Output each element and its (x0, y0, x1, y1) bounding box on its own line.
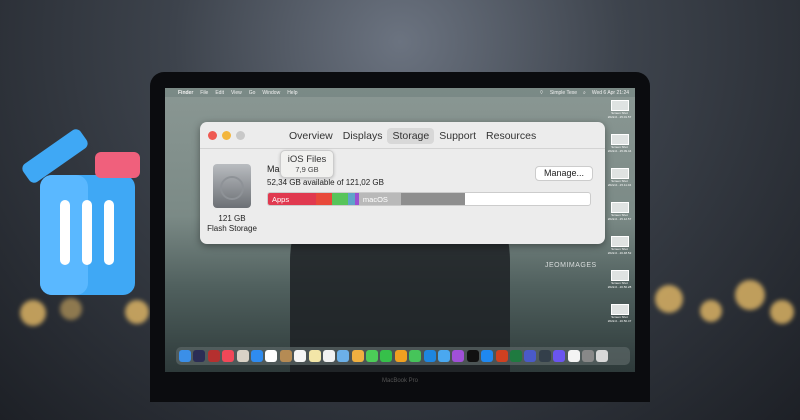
storage-bar[interactable]: Apps macOS (267, 192, 591, 206)
dock-app-icon[interactable] (366, 350, 379, 362)
dock-app-icon[interactable] (265, 350, 278, 362)
tooltip: iOS Files 7,9 GB (280, 150, 334, 178)
dock (176, 347, 630, 365)
tab-support[interactable]: Support (434, 128, 481, 144)
dock-app-icon[interactable] (222, 350, 235, 362)
desktop-file[interactable]: Screen Shot 2022-0...15.11.04 (602, 168, 637, 202)
manage-button[interactable]: Manage... (535, 166, 593, 181)
file-thumbnail (610, 304, 629, 315)
dock-app-icon[interactable] (509, 350, 522, 362)
file-thumbnail (610, 202, 629, 213)
menu-view[interactable]: View (231, 90, 242, 96)
disk-size: 121 GB (218, 214, 246, 223)
dock-app-icon[interactable] (553, 350, 566, 362)
minimize-button[interactable] (222, 131, 231, 140)
dock-app-icon[interactable] (567, 350, 580, 362)
dock-app-icon[interactable] (207, 350, 220, 362)
storage-segment[interactable] (316, 193, 333, 205)
hard-drive-icon (213, 164, 251, 208)
search-icon[interactable]: ⌕ (583, 90, 586, 96)
dock-app-icon[interactable] (179, 350, 191, 362)
file-date: 2022-0...15.12.57 (607, 217, 632, 221)
volume-name: Ma (267, 164, 280, 174)
menu-window[interactable]: Window (262, 90, 280, 96)
desktop-file[interactable]: Screen Shot 2022-0...15.09.44 (602, 134, 637, 168)
laptop-label: MacBook Pro (381, 378, 418, 384)
storage-segment[interactable] (332, 193, 349, 205)
disk-type: Flash Storage (207, 224, 257, 233)
dock-app-icon[interactable] (481, 350, 494, 362)
tooltip-size: 7,9 GB (295, 165, 319, 174)
dock-app-icon[interactable] (495, 350, 508, 362)
tab-overview[interactable]: Overview (284, 128, 338, 144)
tooltip-title: iOS Files (287, 154, 327, 165)
dock-app-icon[interactable] (337, 350, 350, 362)
available-space: 52,34 GB available of 121,02 GB (267, 178, 384, 187)
desktop-file[interactable]: Screen Shot 2022-0...16.50.28 (602, 270, 637, 304)
storage-segment[interactable]: Apps (268, 193, 317, 205)
tab-storage[interactable]: Storage (387, 128, 435, 144)
file-date: 2022-0...15.01.57 (607, 115, 632, 119)
storage-segment[interactable]: macOS (358, 193, 401, 205)
dock-app-icon[interactable] (538, 350, 551, 362)
desktop-file[interactable]: Screen Shot 2022-0...15.12.57 (602, 202, 637, 236)
dock-app-icon[interactable] (524, 350, 537, 362)
file-thumbnail (610, 270, 629, 281)
menu-go[interactable]: Go (249, 90, 256, 96)
dock-app-icon[interactable] (294, 350, 307, 362)
menu-bar: Finder File Edit View Go Window Help ⌔ S… (165, 88, 635, 97)
dock-app-icon[interactable] (250, 350, 263, 362)
trash-app-icon (22, 129, 140, 295)
menu-user[interactable]: Simple Texe (550, 90, 577, 96)
menu-help[interactable]: Help (287, 90, 297, 96)
file-date: 2022-0...16.50.28 (607, 285, 632, 289)
close-button[interactable] (208, 131, 217, 140)
dock-app-icon[interactable] (279, 350, 292, 362)
menu-clock[interactable]: Wed 6 Apr 21:24 (592, 90, 629, 96)
dock-app-icon[interactable] (236, 350, 249, 362)
tab-resources[interactable]: Resources (481, 128, 541, 144)
dock-app-icon[interactable] (452, 350, 465, 362)
storage-segment[interactable] (400, 193, 466, 205)
zoom-button[interactable] (236, 131, 245, 140)
file-date: 2022-0...15.11.04 (607, 183, 632, 187)
file-date: 2022-0...16.50.47 (607, 319, 632, 323)
file-thumbnail (610, 236, 629, 247)
watermark: JEOMIMAGES (545, 262, 597, 269)
menu-file[interactable]: File (200, 90, 208, 96)
file-thumbnail (610, 100, 629, 111)
menu-finder[interactable]: Finder (178, 90, 193, 96)
about-this-mac-window: Overview Displays Storage Support Resour… (200, 122, 605, 244)
tab-displays[interactable]: Displays (338, 128, 388, 144)
file-date: 2022-0...15.09.44 (607, 149, 632, 153)
dock-app-icon[interactable] (351, 350, 364, 362)
dock-app-icon[interactable] (322, 350, 335, 362)
desktop-file[interactable]: Screen Shot 2022-0...16.50.47 (602, 304, 637, 338)
desktop-file[interactable]: Screen Shot 2022-0...16.48.52 (602, 236, 637, 270)
desktop-file[interactable]: Screen Shot 2022-0...15.01.57 (602, 100, 637, 134)
dock-app-icon[interactable] (193, 350, 206, 362)
desktop-files: Screen Shot 2022-0...15.01.57 Screen Shot 2… (602, 100, 637, 338)
file-thumbnail (610, 134, 629, 145)
file-thumbnail (610, 168, 629, 179)
file-date: 2022-0...16.48.52 (607, 251, 632, 255)
dock-app-icon[interactable] (308, 350, 321, 362)
dock-app-icon[interactable] (466, 350, 479, 362)
wifi-icon[interactable]: ⌔ (539, 90, 544, 96)
dock-app-icon[interactable] (423, 350, 436, 362)
dock-app-icon[interactable] (380, 350, 393, 362)
dock-app-icon[interactable] (394, 350, 407, 362)
dock-app-icon[interactable] (596, 350, 609, 362)
dock-app-icon[interactable] (438, 350, 451, 362)
dock-app-icon[interactable] (409, 350, 422, 362)
dock-app-icon[interactable] (581, 350, 594, 362)
menu-edit[interactable]: Edit (215, 90, 224, 96)
